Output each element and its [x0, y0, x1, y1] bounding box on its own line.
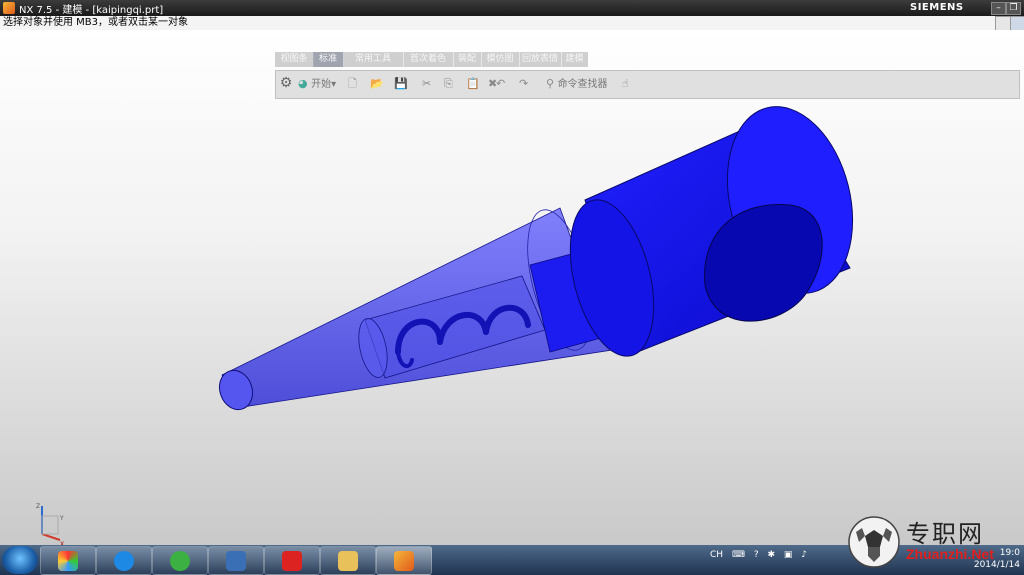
redo-icon[interactable]: ↷	[519, 76, 528, 92]
taskbar-app-nx[interactable]	[376, 546, 432, 575]
windows-start-button[interactable]	[2, 546, 38, 574]
start-label: 开始	[311, 79, 332, 90]
taskbar-app-6[interactable]	[320, 546, 376, 575]
tab-common-tools[interactable]: 常用工具	[343, 52, 404, 67]
nx-app-icon[interactable]	[3, 2, 15, 14]
window-title: NX 7.5 - 建模 - [kaipingqi.prt]	[19, 5, 164, 16]
taskbar-app-4[interactable]	[208, 546, 264, 575]
volume-icon[interactable]: ♪	[801, 550, 807, 560]
main-body[interactable]	[556, 93, 871, 365]
input-language[interactable]: CH	[710, 550, 723, 560]
gear-icon[interactable]: ⚙	[278, 75, 294, 91]
restore-button[interactable]: ❐	[1006, 2, 1021, 15]
command-finder-button[interactable]: ⚲ 命令查找器	[546, 76, 608, 92]
watermark-url: Zhuanzhi.Net	[906, 546, 994, 562]
watermark: 专职网 Zhuanzhi.Net	[842, 510, 1024, 572]
dropdown-arrow-icon: ▾	[331, 79, 337, 90]
copy-icon[interactable]: ⎘	[444, 76, 453, 92]
settings-icon[interactable]: ✱	[767, 550, 775, 560]
graphics-window[interactable]: 视图条 标准 常用工具 首次着色 装配 模仿图 回放表情 建模 ⚙ ◕ 开始▾ …	[0, 30, 1024, 545]
taskbar-app-2[interactable]	[96, 546, 152, 575]
minimize-button[interactable]: –	[991, 2, 1006, 15]
paste-icon[interactable]: 📋	[466, 76, 480, 92]
taskbar-app-3[interactable]	[152, 546, 208, 575]
command-finder-label: 命令查找器	[557, 79, 608, 90]
ribbon-tabs: 视图条 标准 常用工具 首次着色 装配 模仿图 回放表情 建模	[275, 52, 589, 67]
command-finder-icon: ⚲	[546, 77, 555, 90]
save-icon[interactable]: 💾	[394, 76, 408, 92]
title-bar: NX 7.5 - 建模 - [kaipingqi.prt] SIEMENS – …	[0, 0, 1024, 16]
tab-playback[interactable]: 回放表情	[519, 52, 562, 67]
tab-modeling[interactable]: 建模	[561, 52, 589, 67]
open-folder-icon[interactable]: 📂	[370, 76, 384, 92]
standard-toolbar: ⚙ ◕ 开始▾ 🗋 📂 💾 ✂ ⎘ 📋 ✖ ↶ ↷ ⚲ 命令查找器 ☝	[275, 70, 1020, 99]
cue-line: 选择对象并使用 MB3，或者双击某一对象	[0, 16, 1024, 30]
network-icon[interactable]: ▣	[784, 550, 793, 560]
model-view[interactable]	[0, 30, 1024, 545]
tab-view-bar[interactable]: 视图条	[275, 52, 314, 67]
soccer-ball-logo	[848, 516, 900, 568]
taskbar-app-1[interactable]	[40, 546, 96, 575]
wcs-triad: Z X Y	[36, 503, 64, 545]
help-icon[interactable]: ?	[754, 550, 759, 560]
z-axis-label: Z	[36, 503, 40, 510]
siemens-brand: SIEMENS	[910, 2, 964, 13]
watermark-text: 专职网	[906, 520, 984, 548]
touch-mode-icon[interactable]: ☝	[622, 76, 629, 92]
tab-assembly[interactable]: 装配	[453, 52, 482, 67]
new-file-icon[interactable]: 🗋	[348, 76, 357, 92]
taskbar-app-5[interactable]	[264, 546, 320, 575]
start-button[interactable]: ◕ 开始▾	[298, 76, 336, 92]
cue-text: 选择对象并使用 MB3，或者双击某一对象	[3, 17, 189, 28]
cut-icon[interactable]: ✂	[422, 76, 431, 92]
system-tray: CH ⌨ ? ✱ ▣ ♪	[710, 550, 807, 570]
keyboard-icon[interactable]: ⌨	[732, 550, 745, 560]
tab-standard[interactable]: 标准	[313, 52, 344, 67]
y-axis-label: Y	[59, 515, 64, 522]
start-icon: ◕	[298, 77, 308, 90]
tab-imitation[interactable]: 模仿图	[481, 52, 520, 67]
undo-icon[interactable]: ↶	[496, 76, 505, 92]
tab-first-shading[interactable]: 首次着色	[403, 52, 454, 67]
